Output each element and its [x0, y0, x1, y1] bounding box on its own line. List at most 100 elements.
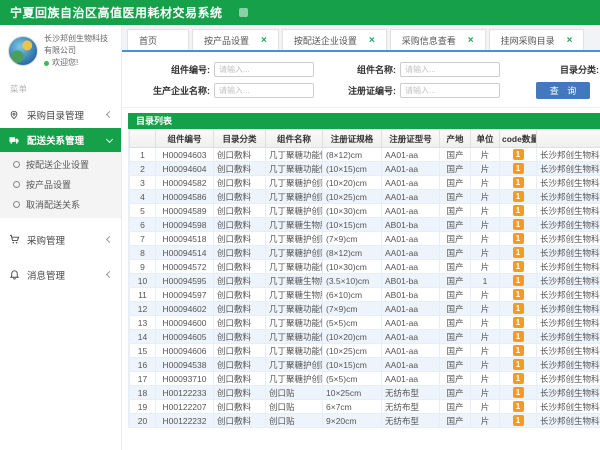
tab-close-icon[interactable]: ×	[261, 35, 267, 46]
tab-3[interactable]: 采购信息查看×	[390, 29, 486, 50]
cell: 几丁聚糖功能性护	[266, 260, 323, 274]
cell: 几丁聚糖护创贴（	[266, 232, 323, 246]
cell: 国产	[440, 176, 471, 190]
tab-0[interactable]: 首页	[127, 29, 189, 50]
cell: 6×7cm	[323, 400, 382, 414]
table-row[interactable]: 19H00122207创口敷料创口贴6×7cm无纺布型国产片1长沙邦创生物科技有…	[130, 400, 600, 414]
sidebar-item-label: 消息管理	[27, 268, 65, 282]
table-row[interactable]: 8H00094514创口敷料几丁聚糖护创贴（(8×12)cmAA01-aa国产片…	[130, 246, 600, 260]
sidebar-menu: 采购目录管理配送关系管理按配送企业设置按产品设置取消配送关系采购管理消息管理	[0, 101, 121, 288]
cell: 创口敷料	[214, 176, 266, 190]
chevron-icon	[106, 135, 113, 142]
table-row[interactable]: 20H00122232创口敷料创口贴9×20cm无纺布型国产片1长沙邦创生物科技…	[130, 414, 600, 428]
table-row[interactable]: 4H00094586创口敷料几丁聚糖护创贴（(10×25)cmAA01-aa国产…	[130, 190, 600, 204]
company-name: 长沙邦创生物科技有限公司	[44, 33, 115, 57]
cell: 几丁聚糖护创贴（	[266, 372, 323, 386]
sidebar: 长沙邦创生物科技有限公司 欢迎您! 菜单 采购目录管理配送关系管理按配送企业设置…	[0, 25, 122, 450]
cell: (8×12)cm	[323, 148, 382, 162]
tab-close-icon[interactable]: ×	[369, 35, 375, 46]
table-row[interactable]: 15H00094606创口敷料几丁聚糖功能性护(10×25)cmAA01-aa国…	[130, 344, 600, 358]
code-count-cell: 1	[500, 246, 537, 260]
table-row[interactable]: 2H00094604创口敷料几丁聚糖功能性护(10×15)cmAA01-aa国产…	[130, 162, 600, 176]
sidebar-item-2[interactable]: 采购管理	[0, 226, 121, 253]
sidebar-subitem-0[interactable]: 按配送企业设置	[0, 154, 121, 174]
table-row[interactable]: 6H00094598创口敷料几丁聚糖生物膜(10×15)cmAB01-ba国产片…	[130, 218, 600, 232]
cell: 国产	[440, 344, 471, 358]
sidebar-submenu: 按配送企业设置按产品设置取消配送关系	[0, 152, 121, 218]
cell: 几丁聚糖护创贴（	[266, 190, 323, 204]
tab-4[interactable]: 挂网采购目录×	[489, 29, 585, 50]
cell: 几丁聚糖护创贴（	[266, 204, 323, 218]
cell: H00122207	[156, 400, 214, 414]
table-row[interactable]: 18H00122233创口敷料创口贴10×25cm无纺布型国产片1长沙邦创生物科…	[130, 386, 600, 400]
menu-section-label: 菜单	[0, 75, 121, 101]
sidebar-item-0[interactable]: 采购目录管理	[0, 101, 121, 128]
cell: 几丁聚糖护创贴（	[266, 246, 323, 260]
manufacturer-input[interactable]	[214, 83, 314, 98]
component-no-input[interactable]	[214, 62, 314, 77]
code-count-cell: 1	[500, 400, 537, 414]
tab-1[interactable]: 按产品设置×	[192, 29, 279, 50]
table-header-row: 组件编号目录分类组件名称注册证规格注册证型号产地单位code数量生产企业	[130, 130, 600, 148]
table-row[interactable]: 7H00094518创口敷料几丁聚糖护创贴（(7×9)cmAA01-aa国产片1…	[130, 232, 600, 246]
table-row[interactable]: 10H00094595创口敷料几丁聚糖生物膜(3.5×10)cmAB01-ba国…	[130, 274, 600, 288]
cell: 片	[471, 316, 500, 330]
main-area: 首页按产品设置×按配送企业设置×采购信息查看×挂网采购目录× 组件编号: 组件名…	[122, 25, 600, 450]
table-row[interactable]: 9H00094572创口敷料几丁聚糖功能性护(10×30)cmAA01-aa国产…	[130, 260, 600, 274]
code-count-badge: 1	[513, 415, 524, 426]
cell: 国产	[440, 288, 471, 302]
sidebar-subitem-2[interactable]: 取消配送关系	[0, 194, 121, 214]
cell: 长沙邦创生物科技有限公司	[537, 218, 600, 232]
cell: 创口敷料	[214, 344, 266, 358]
circle-icon	[13, 161, 20, 168]
code-count-badge: 1	[513, 401, 524, 412]
cart-icon	[9, 234, 23, 245]
cell: 长沙邦创生物科技有限公司	[537, 246, 600, 260]
catalog-table: 组件编号目录分类组件名称注册证规格注册证型号产地单位code数量生产企业 1H0…	[129, 129, 600, 428]
query-button[interactable]: 查 询	[536, 82, 590, 99]
column-header: 组件编号	[156, 130, 214, 148]
table-row[interactable]: 11H00094597创口敷料几丁聚糖生物膜(6×10)cmAB01-ba国产片…	[130, 288, 600, 302]
cell: 片	[471, 344, 500, 358]
table-row[interactable]: 17H00093710创口敷料几丁聚糖护创贴（(5×5)cmAA01-aa国产片…	[130, 372, 600, 386]
cert-no-input[interactable]	[400, 83, 500, 98]
catalog-panel: 目录列表 组件编号目录分类组件名称注册证规格注册证型号产地单位code数量生产企…	[128, 113, 600, 450]
cell: 3	[130, 176, 156, 190]
cell: 创口敷料	[214, 260, 266, 274]
cell: 15	[130, 344, 156, 358]
cell: 长沙邦创生物科技有限公司	[537, 372, 600, 386]
table-row[interactable]: 16H00094538创口敷料几丁聚糖护创贴（(10×15)cmAA01-aa国…	[130, 358, 600, 372]
table-row[interactable]: 5H00094589创口敷料几丁聚糖护创贴（(10×30)cmAA01-aa国产…	[130, 204, 600, 218]
cell: 10×25cm	[323, 386, 382, 400]
table-row[interactable]: 14H00094605创口敷料几丁聚糖功能性护(10×20)cmAA01-aa国…	[130, 330, 600, 344]
cell: (10×25)cm	[323, 190, 382, 204]
cell: 8	[130, 246, 156, 260]
cell: H00094518	[156, 232, 214, 246]
column-header: 组件名称	[266, 130, 323, 148]
cell: 无纺布型	[382, 414, 440, 428]
cell: 创口敷料	[214, 372, 266, 386]
tab-close-icon[interactable]: ×	[567, 35, 573, 46]
cell: (3.5×10)cm	[323, 274, 382, 288]
table-row[interactable]: 12H00094602创口敷料几丁聚糖功能性护(7×9)cmAA01-aa国产片…	[130, 302, 600, 316]
cell: 无纺布型	[382, 400, 440, 414]
table-row[interactable]: 13H00094600创口敷料几丁聚糖功能性护(5×5)cmAA01-aa国产片…	[130, 316, 600, 330]
code-count-badge: 1	[513, 233, 524, 244]
tab-close-icon[interactable]: ×	[468, 35, 474, 46]
field-label-component-no: 组件编号:	[122, 63, 214, 76]
table-row[interactable]: 3H00094582创口敷料几丁聚糖护创贴（(10×20)cmAA01-aa国产…	[130, 176, 600, 190]
cell: 几丁聚糖护创贴（	[266, 358, 323, 372]
component-name-input[interactable]	[400, 62, 500, 77]
column-header: code数量	[500, 130, 537, 148]
table-row[interactable]: 1H00094603创口敷料几丁聚糖功能性护(8×12)cmAA01-aa国产片…	[130, 148, 600, 162]
cell: 长沙邦创生物科技有限公司	[537, 274, 600, 288]
menu-toggle-icon[interactable]	[239, 8, 248, 17]
avatar	[8, 36, 38, 66]
code-count-cell: 1	[500, 232, 537, 246]
sidebar-subitem-1[interactable]: 按产品设置	[0, 174, 121, 194]
sidebar-item-3[interactable]: 消息管理	[0, 261, 121, 288]
sidebar-item-1[interactable]: 配送关系管理	[0, 128, 121, 152]
cell: 片	[471, 204, 500, 218]
code-count-badge: 1	[513, 317, 524, 328]
tab-2[interactable]: 按配送企业设置×	[282, 29, 387, 50]
